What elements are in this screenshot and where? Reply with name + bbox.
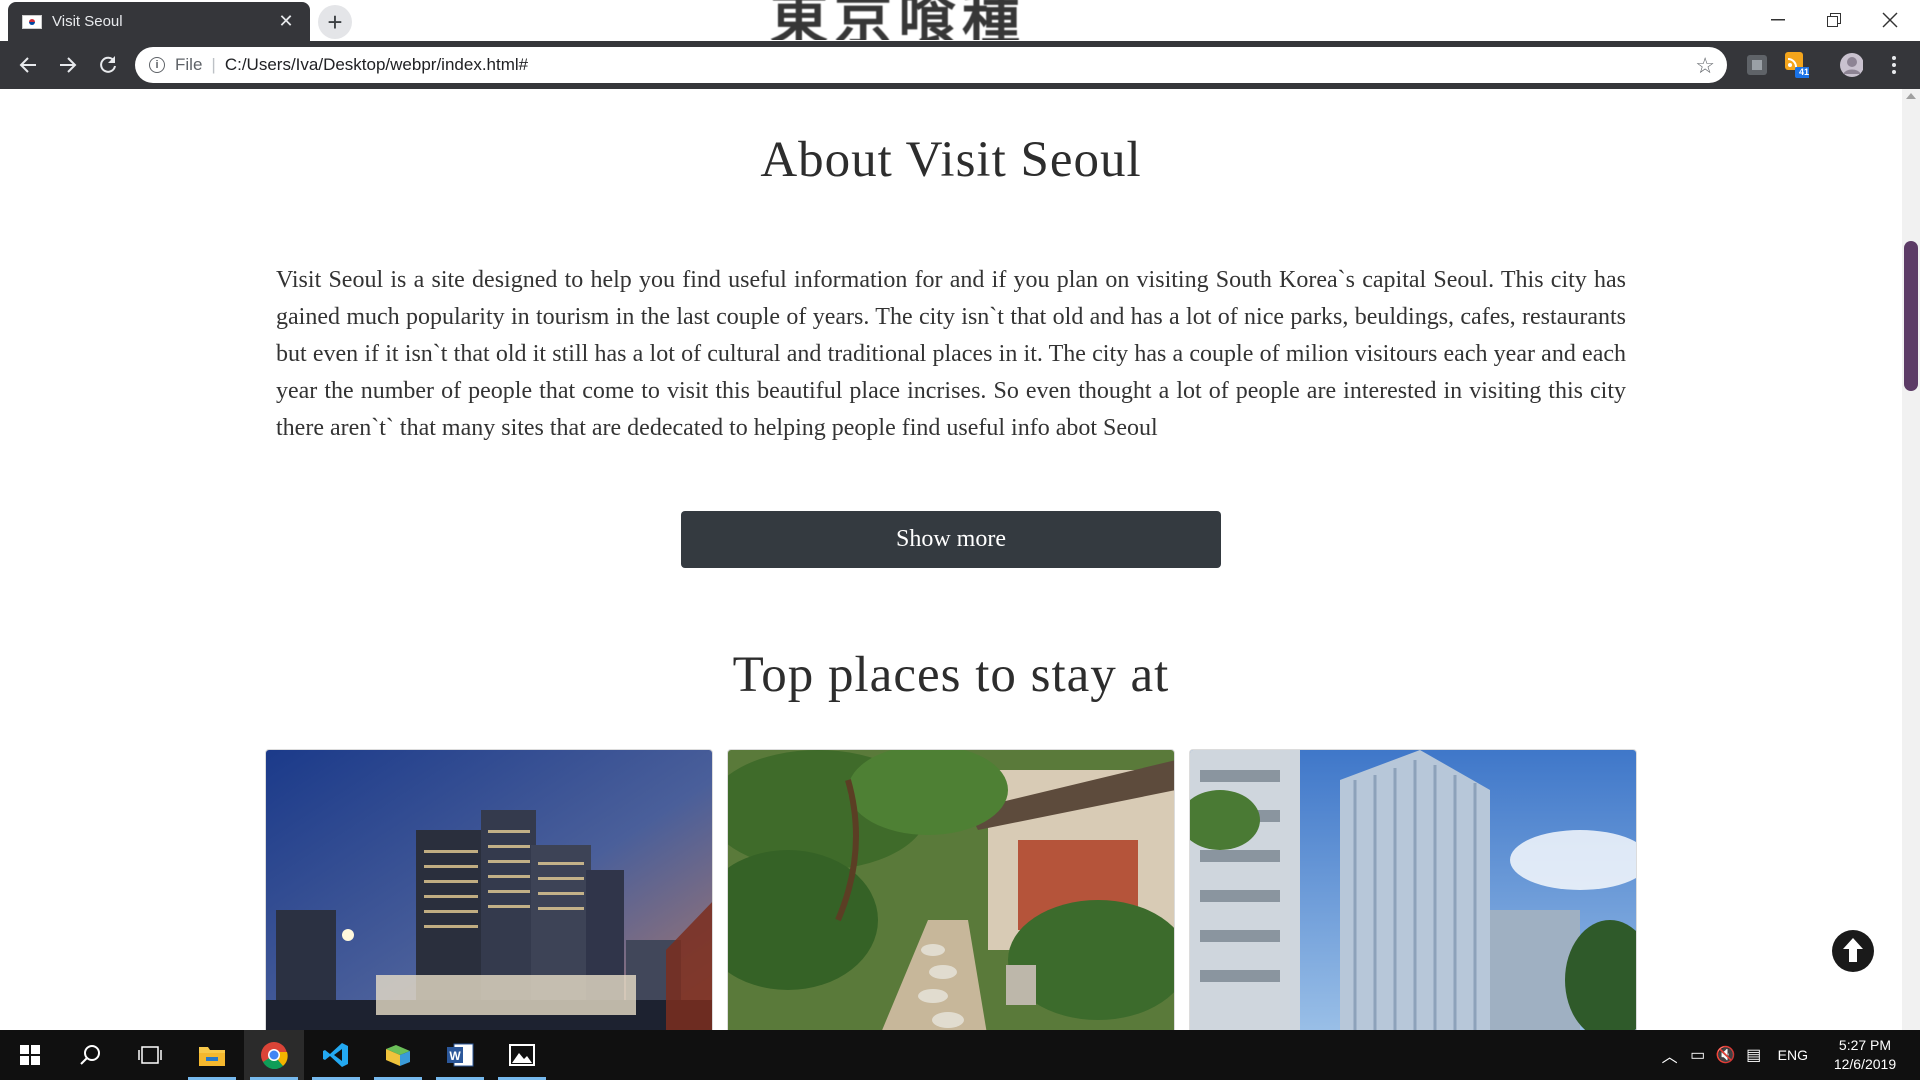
url-text: C:/Users/Iva/Desktop/webpr/index.html# bbox=[224, 55, 529, 74]
restore-button[interactable] bbox=[1806, 0, 1862, 40]
show-hidden-icons[interactable]: ︿ bbox=[1656, 1043, 1684, 1067]
address-bar[interactable]: i File | C:/Users/Iva/Desktop/webpr/inde… bbox=[135, 47, 1727, 83]
place-card-office[interactable] bbox=[1189, 749, 1637, 1030]
glass-building-image bbox=[1190, 750, 1636, 1030]
place-card-hotel[interactable] bbox=[265, 749, 713, 1030]
taskbar-sticky-app[interactable] bbox=[368, 1030, 428, 1080]
tab-title: Visit Seoul bbox=[52, 13, 123, 30]
theme-banner: 東京喰種 bbox=[770, 0, 1080, 40]
rss-extension-icon[interactable]: 41 bbox=[1785, 52, 1810, 78]
task-view-button[interactable] bbox=[120, 1030, 180, 1080]
restore-icon bbox=[1827, 13, 1841, 27]
url-scheme: File bbox=[175, 55, 203, 74]
search-icon bbox=[80, 1045, 100, 1065]
reload-button[interactable] bbox=[92, 49, 124, 81]
vscode-icon bbox=[323, 1043, 348, 1067]
word-icon: W bbox=[447, 1043, 474, 1067]
minimize-button[interactable] bbox=[1750, 0, 1806, 40]
taskbar-vscode[interactable] bbox=[306, 1030, 366, 1080]
show-more-button[interactable]: Show more bbox=[681, 511, 1221, 568]
extension-badge: 41 bbox=[1799, 67, 1810, 77]
minimize-icon bbox=[1771, 19, 1785, 21]
back-button[interactable] bbox=[12, 49, 44, 81]
info-icon[interactable]: i bbox=[149, 57, 165, 73]
hanok-garden-image bbox=[728, 750, 1174, 1030]
tab-strip: Visit Seoul ✕ + 東京喰種 bbox=[0, 0, 1920, 41]
scroll-up-arrow-icon[interactable] bbox=[1906, 93, 1916, 99]
taskbar-photos[interactable] bbox=[492, 1030, 552, 1080]
about-heading: About Visit Seoul bbox=[760, 132, 1142, 188]
profile-avatar[interactable] bbox=[1839, 53, 1863, 77]
search-button[interactable] bbox=[60, 1030, 120, 1080]
notes-folder-icon bbox=[386, 1045, 410, 1066]
taskbar-word[interactable]: W bbox=[430, 1030, 490, 1080]
arrow-left-icon bbox=[19, 57, 36, 73]
close-window-button[interactable] bbox=[1862, 0, 1918, 40]
folder-icon bbox=[199, 1047, 225, 1066]
input-language[interactable]: ENG bbox=[1778, 1047, 1808, 1063]
clock-date: 12/6/2019 bbox=[1833, 1056, 1897, 1072]
volume-muted-icon[interactable]: 🔇 bbox=[1712, 1045, 1740, 1065]
about-paragraph: Visit Seoul is a site designed to help y… bbox=[276, 267, 1626, 441]
start-button[interactable] bbox=[0, 1030, 60, 1080]
vertical-scrollbar[interactable] bbox=[1902, 89, 1920, 1030]
places-heading: Top places to stay at bbox=[732, 647, 1170, 703]
browser-toolbar: i File | C:/Users/Iva/Desktop/webpr/inde… bbox=[0, 41, 1920, 89]
arrow-up-circle-icon bbox=[1834, 932, 1872, 970]
clock[interactable]: 5:27 PM 12/6/2019 bbox=[1820, 1036, 1910, 1074]
menu-dots-icon[interactable] bbox=[1882, 53, 1906, 77]
back-to-top-button[interactable] bbox=[1832, 930, 1874, 972]
url-separator: | bbox=[211, 55, 216, 74]
taskbar-chrome[interactable] bbox=[244, 1030, 304, 1080]
new-tab-button[interactable]: + bbox=[318, 5, 352, 39]
extension-grey-icon[interactable] bbox=[1745, 53, 1769, 77]
hotel-tower-image bbox=[266, 750, 712, 1030]
windows-taskbar: W ︿ ▭ 🔇 ▤ ENG 5:27 PM 12/6/2019 bbox=[0, 1030, 1920, 1080]
theme-banner-text: 東京喰種 bbox=[770, 0, 1027, 40]
tab-close-button[interactable]: ✕ bbox=[276, 11, 296, 32]
page-viewport: About Visit Seoul Visit Seoul is a site … bbox=[0, 89, 1902, 1030]
chrome-icon bbox=[261, 1042, 288, 1069]
svg-text:W: W bbox=[449, 1049, 461, 1063]
bookmark-star-icon[interactable]: ☆ bbox=[1695, 53, 1715, 79]
taskbar-file-explorer[interactable] bbox=[182, 1030, 242, 1080]
place-card-hanok[interactable] bbox=[727, 749, 1175, 1030]
clock-time: 5:27 PM bbox=[1838, 1037, 1892, 1053]
scrollbar-thumb[interactable] bbox=[1904, 241, 1918, 391]
task-view-icon bbox=[138, 1046, 162, 1064]
reload-icon bbox=[100, 56, 116, 73]
browser-tab[interactable]: Visit Seoul ✕ bbox=[8, 2, 310, 41]
korea-flag-icon bbox=[22, 14, 42, 29]
battery-icon[interactable]: ▭ bbox=[1684, 1045, 1712, 1065]
windows-logo-icon bbox=[20, 1045, 40, 1065]
system-tray: ︿ ▭ 🔇 ▤ ENG 5:27 PM 12/6/2019 bbox=[1656, 1030, 1920, 1080]
close-icon bbox=[1882, 12, 1898, 28]
forward-button[interactable] bbox=[52, 49, 84, 81]
arrow-right-icon bbox=[60, 57, 77, 73]
photos-icon bbox=[509, 1044, 535, 1066]
notification-icon[interactable]: ▤ bbox=[1740, 1045, 1768, 1065]
